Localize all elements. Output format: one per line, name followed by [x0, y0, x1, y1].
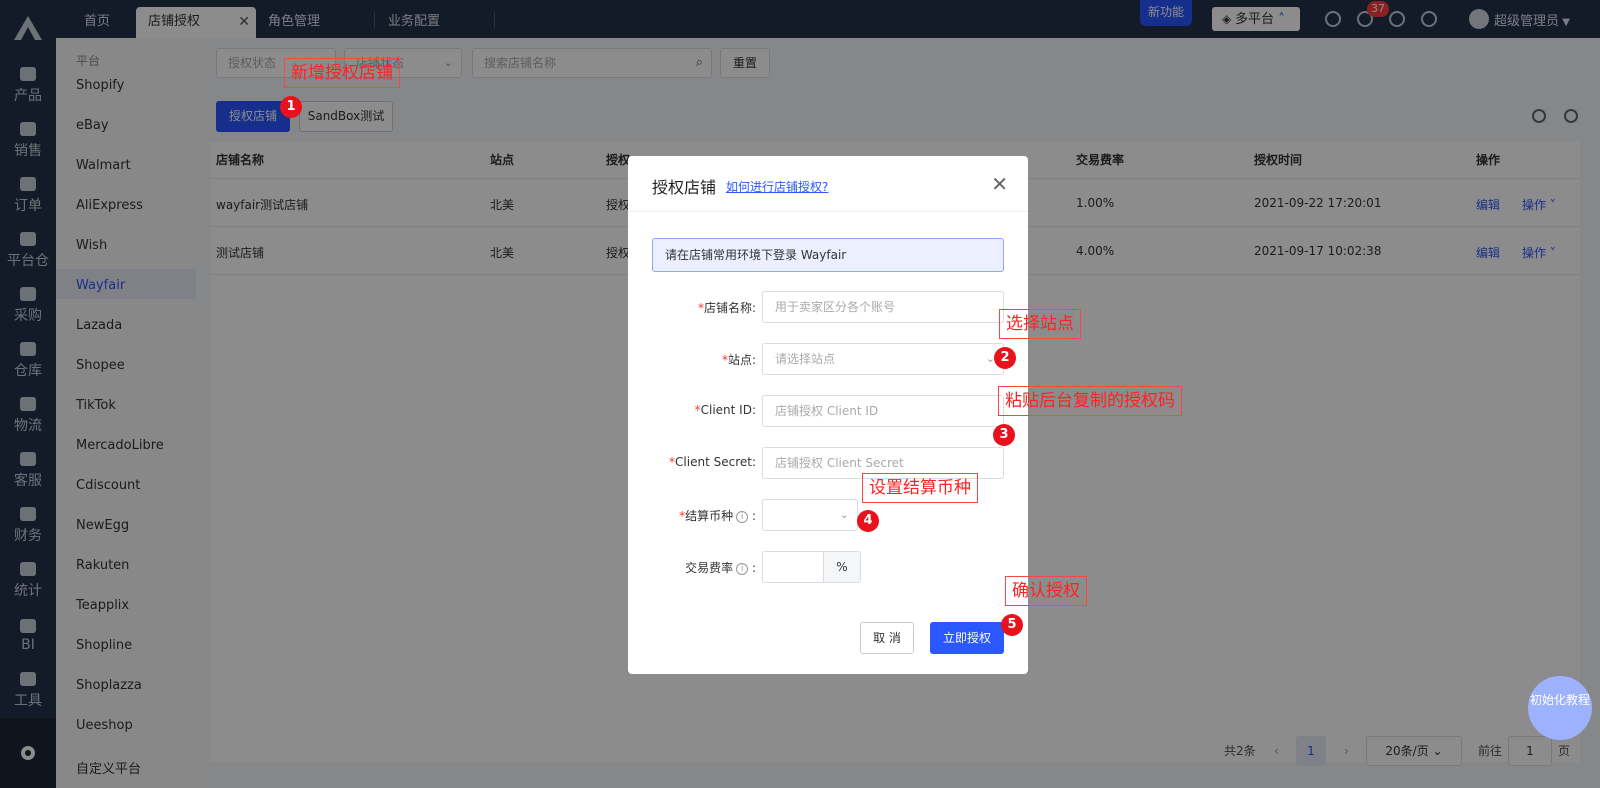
- site-label: *站点:: [721, 353, 756, 367]
- annotation-label-4: 设置结算币种: [862, 473, 978, 503]
- close-icon[interactable]: ✕: [991, 172, 1008, 196]
- site-select[interactable]: 请选择站点 ⌄: [762, 343, 1004, 375]
- annotation-marker-3: 3: [993, 424, 1015, 446]
- shop-name-label: *店铺名称:: [697, 301, 756, 315]
- currency-select[interactable]: ⌄: [762, 499, 858, 531]
- login-notice: 请在店铺常用环境下登录 Wayfair: [652, 238, 1004, 272]
- annotation-marker-4: 4: [857, 510, 879, 532]
- shop-name-input[interactable]: 用于卖家区分各个账号: [762, 291, 1004, 323]
- currency-label: *结算币种 i :: [679, 509, 756, 523]
- client-secret-label: *Client Secret:: [669, 455, 756, 469]
- dialog-header: 授权店铺 如何进行店铺授权? ✕: [628, 156, 1028, 212]
- annotation-marker-2: 2: [994, 347, 1016, 369]
- annotation-label-2: 选择站点: [999, 309, 1081, 339]
- dialog-title: 授权店铺: [652, 178, 717, 197]
- annotation-marker-1: 1: [280, 96, 302, 118]
- annotation-label-5: 确认授权: [1005, 576, 1087, 606]
- fee-input[interactable]: [762, 551, 824, 583]
- client-id-label: *Client ID:: [694, 403, 756, 417]
- client-id-input[interactable]: 店铺授权 Client ID: [762, 395, 1004, 427]
- info-icon[interactable]: i: [736, 562, 749, 575]
- annotation-label-1: 新增授权店铺: [284, 58, 400, 88]
- authorize-shop-dialog: 授权店铺 如何进行店铺授权? ✕ 请在店铺常用环境下登录 Wayfair *店铺…: [628, 156, 1028, 674]
- init-tutorial-button[interactable]: 初始化教程: [1528, 676, 1592, 740]
- how-to-authorize-link[interactable]: 如何进行店铺授权?: [726, 178, 828, 195]
- cancel-button[interactable]: 取 消: [860, 622, 914, 654]
- chevron-down-icon: ⌄: [839, 508, 849, 521]
- fee-label: 交易费率 i :: [685, 561, 756, 575]
- annotation-label-3: 粘贴后台复制的授权码: [998, 386, 1182, 416]
- authorize-now-button[interactable]: 立即授权: [930, 622, 1004, 654]
- info-icon[interactable]: i: [736, 510, 749, 523]
- annotation-marker-5: 5: [1001, 614, 1023, 636]
- fee-unit: %: [823, 551, 861, 583]
